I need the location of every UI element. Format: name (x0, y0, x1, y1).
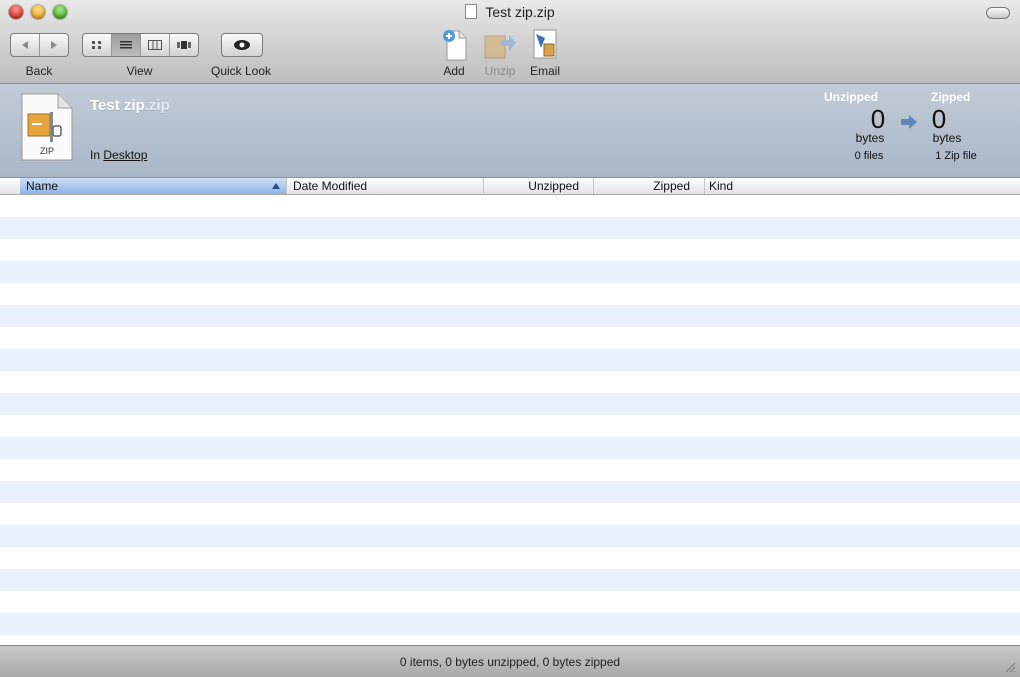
status-text: 0 items, 0 bytes unzipped, 0 bytes zippe… (399, 655, 621, 669)
coverflow-view-button[interactable] (170, 34, 198, 56)
window-toolbar: Test zip.zip Back View Quick Look Add Un… (0, 0, 1020, 84)
column-header-date-label: Date Modified (293, 179, 368, 193)
view-mode-control (82, 33, 199, 57)
email-button[interactable] (528, 26, 562, 62)
back-forward-control (10, 33, 69, 57)
add-label: Add (443, 64, 465, 78)
location-prefix: In (90, 148, 101, 162)
column-header-unzipped[interactable]: Unzipped (484, 178, 594, 194)
view-label: View (126, 64, 153, 78)
quicklook-button[interactable] (222, 34, 262, 56)
unzip-button[interactable] (483, 26, 517, 62)
archive-location: In Desktop (90, 148, 147, 162)
column-header-name[interactable]: Name (20, 178, 287, 194)
status-bar: 0 items, 0 bytes unzipped, 0 bytes zippe… (0, 645, 1020, 677)
window-title-text: Test zip.zip (485, 4, 555, 20)
column-view-icon (148, 40, 162, 50)
archive-name-extension: .zip (144, 97, 170, 114)
quicklook-control (221, 33, 263, 57)
icon-view-button[interactable] (83, 34, 112, 56)
unzip-icon (484, 35, 516, 59)
quicklook-label: Quick Look (210, 64, 272, 78)
unzip-label: Unzip (484, 64, 516, 78)
chevron-right-icon (51, 41, 57, 49)
email-attachment-icon (533, 29, 557, 59)
back-label: Back (25, 64, 53, 78)
column-view-button[interactable] (141, 34, 170, 56)
icon-view-icon (92, 41, 101, 49)
unzipped-heading: Unzipped (824, 90, 878, 104)
archive-name-base: Test zip (90, 97, 145, 114)
column-header-kind-label: Kind (709, 179, 734, 193)
column-header-name-label: Name (26, 179, 59, 193)
resize-grip-icon[interactable] (1004, 661, 1016, 673)
coverflow-view-icon (177, 41, 191, 49)
zipped-file-count: 1 Zip file (935, 150, 977, 162)
column-header-kind[interactable]: Kind (705, 178, 1020, 194)
archive-info-panel: ZIP Test zip.zip In Desktop Unzipped 0 b… (0, 84, 1020, 178)
document-icon (465, 4, 478, 19)
unzipped-size-unit: bytes (855, 131, 885, 145)
column-header-unzipped-label: Unzipped (528, 179, 579, 193)
zip-icon-label: ZIP (39, 146, 54, 156)
email-label: Email (529, 64, 560, 78)
file-list[interactable] (0, 195, 1020, 645)
toolbar-toggle-button[interactable] (986, 7, 1010, 19)
column-header-zipped-label: Zipped (653, 179, 690, 193)
window-title: Test zip.zip (0, 4, 1020, 20)
arrow-right-icon (901, 115, 917, 129)
back-button[interactable] (11, 34, 40, 56)
add-file-icon (443, 30, 467, 61)
column-header-date-modified[interactable]: Date Modified (287, 178, 484, 194)
zipped-heading: Zipped (931, 90, 971, 104)
location-link[interactable]: Desktop (103, 148, 147, 162)
forward-button[interactable] (40, 34, 68, 56)
column-header-zipped[interactable]: Zipped (594, 178, 705, 194)
archive-name: Test zip.zip (90, 97, 170, 114)
add-button[interactable] (439, 26, 473, 62)
sort-ascending-icon (272, 183, 280, 189)
zipped-size-unit: bytes (932, 131, 962, 145)
zip-archive-icon: ZIP (20, 92, 74, 162)
list-view-button[interactable] (112, 34, 141, 56)
list-view-icon (120, 41, 132, 49)
chevron-left-icon (22, 41, 28, 49)
file-list-header: Name Date Modified Unzipped Zipped Kind (0, 178, 1020, 195)
eye-icon (234, 40, 250, 50)
unzipped-file-count: 0 files (854, 150, 884, 162)
